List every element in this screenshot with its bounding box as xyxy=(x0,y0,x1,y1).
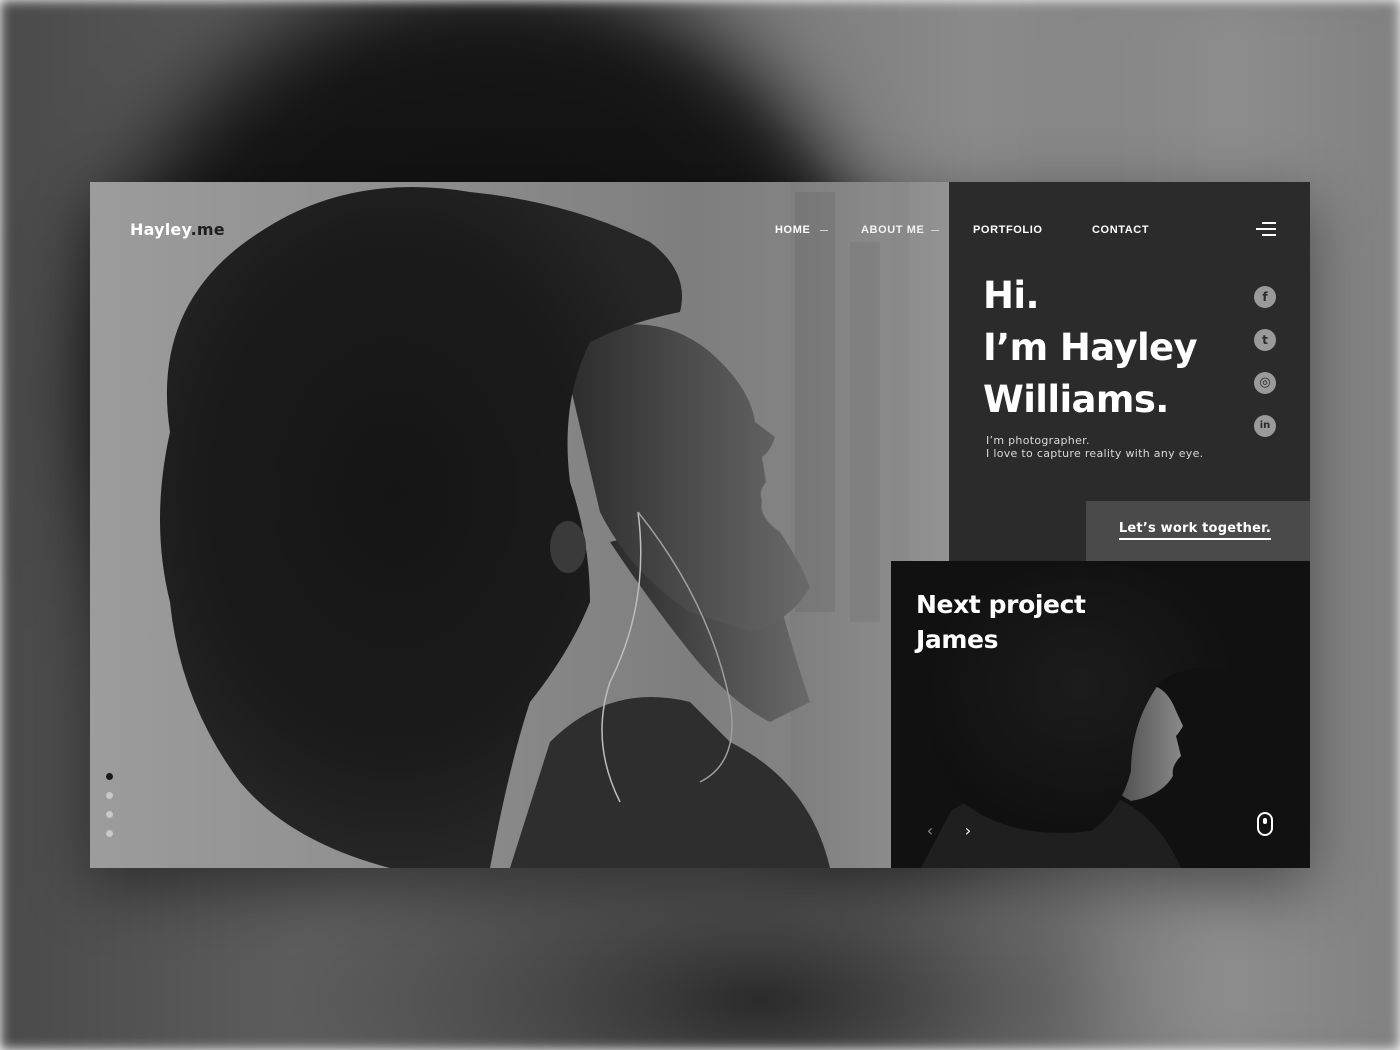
nav-separator xyxy=(931,230,939,231)
nav-about-me[interactable]: ABOUT ME xyxy=(861,224,924,236)
intro-tagline: I’m photographer. I love to capture real… xyxy=(986,434,1203,460)
chevron-right-icon[interactable]: › xyxy=(960,823,976,839)
next-project-line-1: Next project xyxy=(916,590,1086,619)
intro-line-3: Williams. xyxy=(983,378,1169,421)
hero-illustration xyxy=(160,182,949,868)
instagram-icon[interactable]: ◎ xyxy=(1254,372,1276,394)
linkedin-icon[interactable]: in xyxy=(1254,415,1276,437)
intro-heading: Hi. I’m Hayley Williams. xyxy=(983,270,1233,426)
tagline-line-2: I love to capture reality with any eye. xyxy=(986,447,1204,460)
intro-line-2: I’m Hayley xyxy=(983,326,1198,369)
cta-label: Let’s work together. xyxy=(1118,521,1271,540)
facebook-icon[interactable]: f xyxy=(1254,286,1276,308)
main-nav: HOME ABOUT ME PORTFOLIO CONTACT xyxy=(90,224,1310,238)
twitter-icon[interactable]: t xyxy=(1254,329,1276,351)
next-project-card[interactable]: Next project James ‹ › xyxy=(891,561,1310,868)
next-project-line-2: James xyxy=(916,625,999,654)
nav-separator xyxy=(820,230,828,231)
pagination-dot-2[interactable] xyxy=(106,792,113,799)
mouse-scroll-icon xyxy=(1257,812,1273,836)
nav-home[interactable]: HOME xyxy=(775,224,810,236)
nav-contact[interactable]: CONTACT xyxy=(1092,224,1149,236)
slide-pagination xyxy=(106,773,116,843)
next-project-title: Next project James xyxy=(916,587,1086,657)
hero-photo xyxy=(90,182,949,868)
tagline-line-1: I’m photographer. xyxy=(986,434,1090,447)
pagination-dot-1[interactable] xyxy=(106,773,113,780)
work-together-button[interactable]: Let’s work together. xyxy=(1086,501,1310,561)
intro-line-1: Hi. xyxy=(983,274,1040,317)
nav-portfolio[interactable]: PORTFOLIO xyxy=(973,224,1043,236)
chevron-left-icon[interactable]: ‹ xyxy=(922,823,938,839)
landing-card: Hayley.me HOME ABOUT ME PORTFOLIO CONTAC… xyxy=(90,182,1310,868)
hamburger-menu-icon[interactable] xyxy=(1254,220,1276,238)
pagination-dot-3[interactable] xyxy=(106,811,113,818)
pagination-dot-4[interactable] xyxy=(106,830,113,837)
